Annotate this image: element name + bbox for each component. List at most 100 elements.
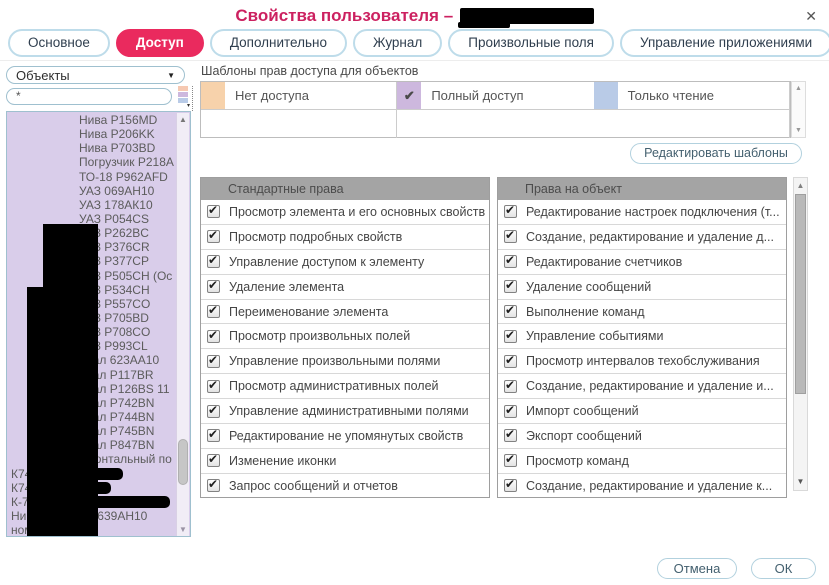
templates-scrollbar[interactable]: ▲ ▼ <box>791 81 806 138</box>
scrollbar-thumb[interactable] <box>795 194 806 394</box>
scroll-down-icon[interactable]: ▼ <box>792 127 805 134</box>
ok-button[interactable]: ОК <box>751 558 816 579</box>
permission-label: Управление событиями <box>526 329 664 343</box>
list-item[interactable]: Нива P156MD <box>7 113 177 127</box>
checkbox-checked-icon[interactable]: ✔ <box>207 454 220 467</box>
checkbox-checked-icon[interactable]: ✔ <box>504 454 517 467</box>
checkbox-checked-icon[interactable]: ✔ <box>504 280 517 293</box>
checkbox-checked-icon[interactable]: ✔ <box>504 479 517 492</box>
tab[interactable]: Основное <box>8 29 110 57</box>
permission-label: Просмотр административных полей <box>229 379 439 393</box>
permission-row: ✔ Управление событиями <box>498 324 786 349</box>
permission-row: ✔ Редактирование настроек подключения (т… <box>498 200 786 225</box>
permission-label: Управление административными полями <box>229 404 469 418</box>
list-item[interactable]: УАЗ 069АН10 <box>7 184 177 198</box>
full-access-color-icon <box>178 92 188 97</box>
permission-label: Создание, редактирование и удаление д... <box>526 230 774 244</box>
checkbox-checked-icon[interactable]: ✔ <box>504 405 517 418</box>
permission-row: ✔ Удаление сообщений <box>498 275 786 300</box>
permission-label: Просмотр произвольных полей <box>229 329 410 343</box>
cancel-button[interactable]: Отмена <box>657 558 737 579</box>
checkbox-checked-icon[interactable]: ✔ <box>207 405 220 418</box>
list-item[interactable]: Погрузчик P218A <box>7 155 177 169</box>
tab[interactable]: Управление приложениями <box>620 29 829 57</box>
check-mark: ✔ <box>505 278 515 292</box>
scroll-down-icon[interactable]: ▼ <box>177 525 189 534</box>
check-mark: ✔ <box>505 228 515 242</box>
permission-label: Просмотр подробных свойств <box>229 230 402 244</box>
tab[interactable]: Произвольные поля <box>448 29 614 57</box>
object-list-scrollbar[interactable]: ▲ ▼ <box>176 113 189 536</box>
permission-row: ✔ Экспорт сообщений <box>498 424 786 449</box>
list-item-label: Нива P156MD <box>79 113 157 127</box>
checkbox-checked-icon[interactable]: ✔ <box>207 305 220 318</box>
check-mark: ✔ <box>505 203 515 217</box>
checkbox-checked-icon[interactable]: ✔ <box>207 230 220 243</box>
scroll-up-icon[interactable]: ▲ <box>794 181 807 190</box>
checkbox-checked-icon[interactable]: ✔ <box>207 479 220 492</box>
list-item[interactable]: ТО-18 P962AFD <box>7 170 177 184</box>
checkbox-checked-icon[interactable]: ✔ <box>504 205 517 218</box>
permission-row: ✔ Просмотр команд <box>498 449 786 474</box>
checkbox-checked-icon[interactable]: ✔ <box>504 380 517 393</box>
tab[interactable]: Дополнительно <box>210 29 347 57</box>
permission-label: Создание, редактирование и удаление и... <box>526 379 774 393</box>
permissions-scrollbar[interactable]: ▲ ▼ <box>793 177 808 491</box>
template-empty-cell[interactable] <box>201 110 397 138</box>
template-cell[interactable]: Нет доступа <box>201 82 397 110</box>
permission-label: Создание, редактирование и удаление к... <box>526 479 772 493</box>
checkbox-checked-icon[interactable]: ✔ <box>207 429 220 442</box>
checkbox-checked-icon[interactable]: ✔ <box>207 280 220 293</box>
scroll-down-icon[interactable]: ▼ <box>794 477 807 486</box>
template-cell[interactable]: ✔ Полный доступ <box>397 82 593 110</box>
permission-row: ✔ Запрос сообщений и отчетов <box>201 474 489 498</box>
checkbox-checked-icon[interactable]: ✔ <box>504 355 517 368</box>
checkbox-checked-icon[interactable]: ✔ <box>207 355 220 368</box>
check-mark: ✔ <box>208 328 218 342</box>
scrollbar-thumb[interactable] <box>178 439 188 485</box>
list-item[interactable]: Нива P703BD <box>7 141 177 155</box>
templates-section-title: Шаблоны прав доступа для объектов <box>201 64 418 78</box>
checkbox-checked-icon[interactable]: ✔ <box>504 330 517 343</box>
checkbox-checked-icon[interactable]: ✔ <box>207 330 220 343</box>
checkbox-checked-icon[interactable]: ✔ <box>504 255 517 268</box>
check-mark: ✔ <box>208 427 218 441</box>
close-icon[interactable]: ✕ <box>805 8 817 25</box>
scroll-up-icon[interactable]: ▲ <box>177 115 189 124</box>
tabs-divider <box>0 60 829 61</box>
permission-row: ✔ Импорт сообщений <box>498 399 786 424</box>
permission-row: ✔ Просмотр подробных свойств <box>201 225 489 250</box>
selected-check-icon: ✔ <box>404 88 415 104</box>
tab[interactable]: Доступ <box>116 29 204 57</box>
apply-template-icon[interactable]: ▾ <box>178 86 193 111</box>
check-mark: ✔ <box>208 253 218 267</box>
permission-row: ✔ Управление доступом к элементу <box>201 250 489 275</box>
check-mark: ✔ <box>208 203 218 217</box>
checkbox-checked-icon[interactable]: ✔ <box>207 380 220 393</box>
object-type-dropdown[interactable]: Объекты ▼ <box>6 66 185 84</box>
template-empty-cell[interactable] <box>594 110 790 138</box>
edit-templates-button[interactable]: Редактировать шаблоны <box>630 143 802 164</box>
permission-label: Удаление элемента <box>229 280 344 294</box>
permission-row: ✔ Просмотр интервалов техобслуживания <box>498 349 786 374</box>
list-item-label: Нива P206KK <box>79 127 155 141</box>
template-name: Нет доступа <box>225 88 309 103</box>
permission-row: ✔ Переименование элемента <box>201 300 489 325</box>
checkbox-checked-icon[interactable]: ✔ <box>504 305 517 318</box>
search-input[interactable]: * <box>6 88 172 105</box>
checkbox-checked-icon[interactable]: ✔ <box>207 255 220 268</box>
checkbox-checked-icon[interactable]: ✔ <box>207 205 220 218</box>
template-cell[interactable]: Только чтение <box>594 82 790 110</box>
permission-label: Экспорт сообщений <box>526 429 642 443</box>
template-empty-cell[interactable] <box>397 110 593 138</box>
checkbox-checked-icon[interactable]: ✔ <box>504 429 517 442</box>
checkbox-checked-icon[interactable]: ✔ <box>504 230 517 243</box>
user-properties-dialog: Свойства пользователя – ✕ Основное Досту… <box>0 0 829 585</box>
tab[interactable]: Журнал <box>353 29 442 57</box>
permission-label: Удаление сообщений <box>526 280 651 294</box>
list-item[interactable]: УАЗ 178АК10 <box>7 198 177 212</box>
check-mark: ✔ <box>505 328 515 342</box>
list-item[interactable]: Нива P206KK <box>7 127 177 141</box>
scroll-up-icon[interactable]: ▲ <box>792 85 805 92</box>
check-mark: ✔ <box>505 253 515 267</box>
